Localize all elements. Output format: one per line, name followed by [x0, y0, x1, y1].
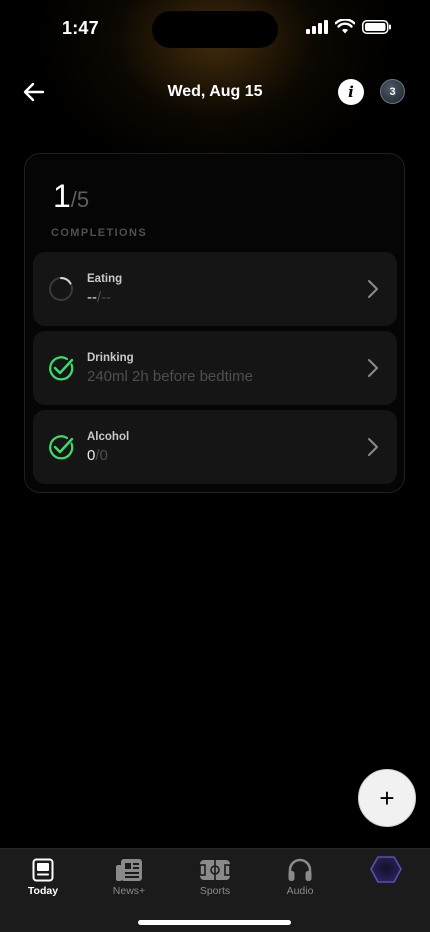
tab-label: Audio [286, 885, 314, 897]
sports-icon [199, 857, 231, 883]
avatar-badge[interactable]: 3 [380, 79, 405, 104]
status-icons [306, 19, 392, 34]
profile-gem-icon [369, 856, 403, 883]
battery-icon [362, 19, 391, 34]
dynamic-island [152, 11, 278, 48]
habit-value-primary: -- [87, 289, 97, 306]
page-title: Wed, Aug 15 [167, 83, 263, 100]
tab-bar: Today News+ Sports Audio [0, 848, 430, 932]
chevron-right-icon [368, 438, 378, 456]
habit-title: Alcohol [87, 431, 130, 443]
habit-title: Eating [87, 273, 123, 285]
completed-count: 1 [53, 178, 71, 214]
tab-profile[interactable] [343, 849, 429, 909]
tab-label: News+ [112, 885, 146, 897]
habit-row-eating[interactable]: Eating --/-- [33, 252, 397, 326]
add-button[interactable]: + [358, 769, 416, 827]
total-count: /5 [70, 187, 90, 212]
wifi-icon [335, 19, 355, 34]
plus-icon: + [379, 782, 395, 813]
tab-label: Today [27, 885, 59, 897]
habit-title: Drinking [87, 352, 134, 364]
habit-value: --/-- [87, 289, 111, 306]
loading-spinner-icon [49, 277, 73, 301]
check-circle-icon [49, 356, 74, 381]
check-circle-icon [49, 435, 74, 460]
status-time: 1:47 [62, 18, 99, 38]
status-bar: 1:47 [0, 0, 430, 58]
chevron-right-icon [368, 280, 378, 298]
home-indicator[interactable] [138, 920, 291, 925]
completions-label: COMPLETIONS [51, 227, 148, 239]
habit-value: 0/0 [87, 447, 108, 464]
cellular-signal-icon [306, 19, 328, 34]
header: Wed, Aug 15 i 3 [0, 70, 430, 114]
news-icon [115, 857, 143, 883]
completions-card: 1/5 COMPLETIONS Eating --/-- Drinking 24… [24, 153, 405, 493]
info-button[interactable]: i [338, 79, 364, 105]
chevron-right-icon [368, 359, 378, 377]
headphones-icon [287, 857, 313, 883]
tab-today[interactable]: Today [0, 849, 86, 909]
habit-value-secondary: /-- [97, 289, 112, 306]
tab-news-plus[interactable]: News+ [86, 849, 172, 909]
habit-value-secondary: /0 [95, 447, 108, 464]
habit-row-alcohol[interactable]: Alcohol 0/0 [33, 410, 397, 484]
today-icon [32, 857, 54, 883]
info-icon: i [348, 83, 354, 101]
completion-count: 1/5 [53, 178, 89, 215]
tab-sports[interactable]: Sports [172, 849, 258, 909]
habit-value: 240ml 2h before bedtime [87, 368, 253, 385]
tab-audio[interactable]: Audio [257, 849, 343, 909]
habit-value-secondary: 240ml 2h before bedtime [87, 368, 253, 385]
tab-label: Sports [199, 885, 231, 897]
habit-row-drinking[interactable]: Drinking 240ml 2h before bedtime [33, 331, 397, 405]
